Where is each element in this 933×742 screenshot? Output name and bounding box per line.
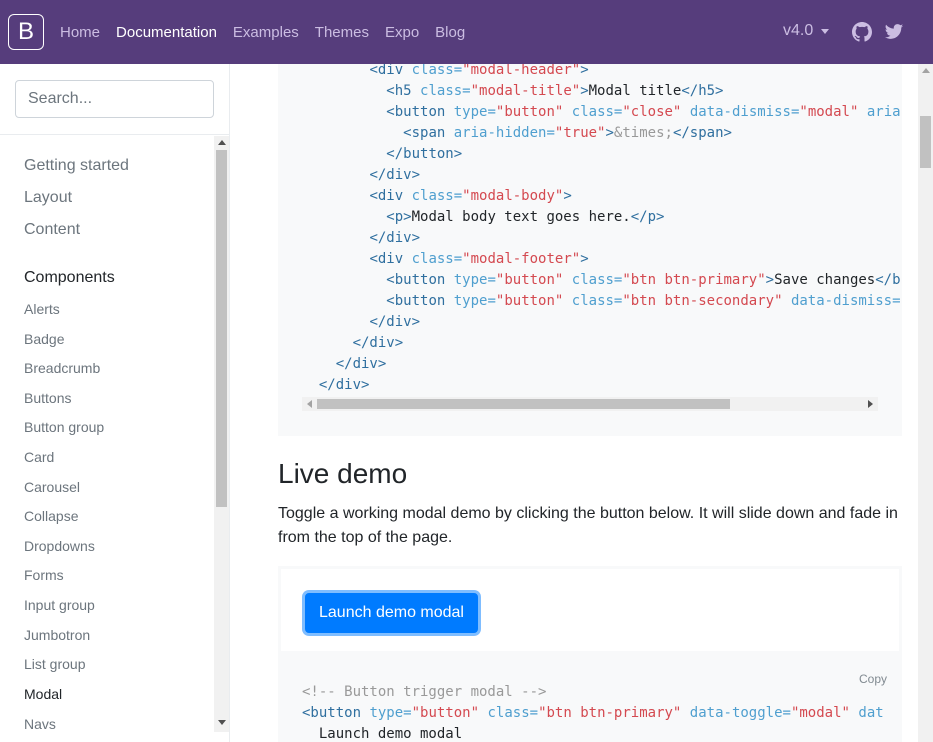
nav-links: Home Documentation Examples Themes Expo … [60,0,481,64]
top-navbar: B Home Documentation Examples Themes Exp… [0,0,933,64]
scroll-right-arrow-icon[interactable] [868,400,873,408]
sidebar-item-dropdowns[interactable]: Dropdowns [24,538,95,554]
sidebar-scroll-thumb[interactable] [216,150,227,507]
sidebar-item-input-group[interactable]: Input group [24,597,95,613]
bootstrap-logo[interactable]: B [8,14,44,50]
sidebar-item-forms[interactable]: Forms [24,567,64,583]
sidebar-item-navs[interactable]: Navs [24,716,56,732]
sidebar-scrollbar[interactable] [214,136,229,732]
modal-markup-code-block: <div class="modal-header"> <h5 class="mo… [278,64,902,436]
scroll-up-arrow-icon[interactable] [218,140,226,145]
page-scroll-thumb[interactable] [920,116,931,168]
trigger-code-block: Copy <!-- Button trigger modal --> <butt… [278,654,902,742]
caret-down-icon [821,28,830,34]
sidebar-item-button-group[interactable]: Button group [24,419,104,435]
github-icon[interactable] [852,22,872,42]
scroll-down-arrow-icon[interactable] [218,720,226,725]
sidebar-item-content[interactable]: Content [24,221,80,239]
live-demo-heading: Live demo [278,458,408,489]
nav-expo[interactable]: Expo [385,24,419,41]
docs-sidebar: Getting started Layout Content Component… [0,64,230,742]
nav-examples[interactable]: Examples [233,24,299,41]
sidebar-item-breadcrumb[interactable]: Breadcrumb [24,360,100,376]
trigger-code: <!-- Button trigger modal --> <button ty… [302,684,884,742]
live-demo-description: Toggle a working modal demo by clicking … [278,505,898,546]
modal-code: <div class="modal-header"> <h5 class="mo… [318,64,901,393]
scroll-left-arrow-icon[interactable] [307,400,312,408]
nav-home[interactable]: Home [60,24,100,41]
live-demo-example: Launch demo modal [278,566,902,654]
search-wrap [0,64,229,135]
nav-themes[interactable]: Themes [315,24,369,41]
twitter-icon[interactable] [884,22,904,42]
sidebar-item-buttons[interactable]: Buttons [24,390,71,406]
code-horizontal-scrollbar[interactable] [302,397,878,411]
sidebar-item-getting-started[interactable]: Getting started [24,157,129,175]
main-content: <div class="modal-header"> <h5 class="mo… [230,64,918,742]
sidebar-item-layout[interactable]: Layout [24,189,72,207]
sidebar-item-carousel[interactable]: Carousel [24,479,80,495]
nav-blog[interactable]: Blog [435,24,465,41]
sidebar-item-card[interactable]: Card [24,449,54,465]
sidebar-item-jumbotron[interactable]: Jumbotron [24,627,90,643]
sidebar-item-badge[interactable]: Badge [24,331,64,347]
version-dropdown[interactable]: v4.0 [783,22,830,40]
page-scrollbar[interactable] [918,64,933,742]
nav-documentation[interactable]: Documentation [116,24,217,41]
code-scroll-thumb[interactable] [317,399,730,409]
page-scroll-up-icon[interactable] [922,68,930,73]
sidebar-item-collapse[interactable]: Collapse [24,508,78,524]
sidebar-item-components[interactable]: Components [24,269,115,287]
launch-demo-modal-button[interactable]: Launch demo modal [305,593,478,633]
sidebar-item-modal[interactable]: Modal [24,686,62,702]
version-label: v4.0 [783,22,814,39]
sidebar-item-alerts[interactable]: Alerts [24,301,60,317]
sidebar-nav: Getting started Layout Content Component… [0,136,214,742]
sidebar-item-list-group[interactable]: List group [24,656,85,672]
search-input[interactable] [15,80,214,118]
